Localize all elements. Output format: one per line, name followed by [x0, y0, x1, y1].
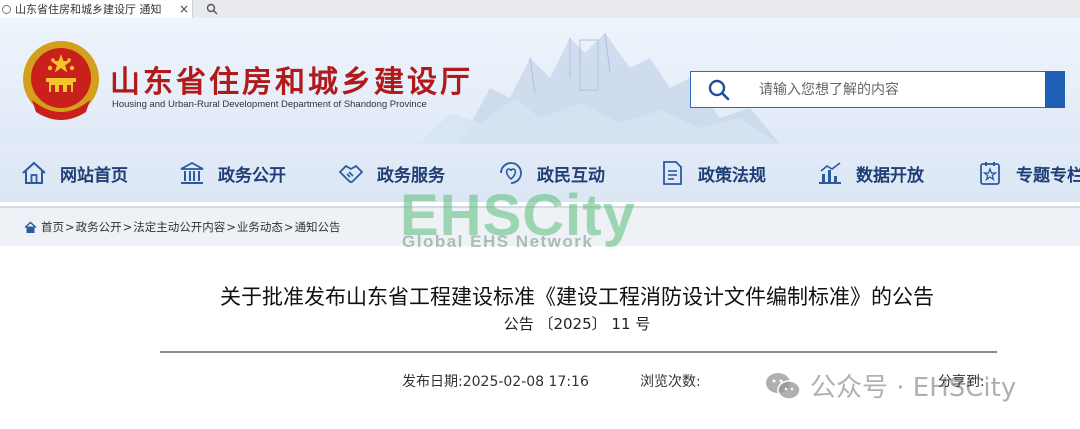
nav-item-open-data[interactable]: 数据开放	[816, 144, 924, 202]
browser-tab[interactable]: 山东省住房和城乡建设厅 通知 ×	[0, 0, 193, 18]
breadcrumb-separator: >	[122, 220, 133, 234]
nav-label: 政务公开	[218, 165, 286, 186]
document-icon	[663, 161, 682, 185]
publish-date: 发布日期:2025-02-08 17:16	[402, 374, 589, 390]
search-icon[interactable]	[707, 78, 731, 102]
site-header: 山东省住房和城乡建设厅 Housing and Urban-Rural Deve…	[0, 18, 1080, 144]
loading-icon	[2, 4, 11, 14]
share-label: 分享到:	[938, 374, 985, 390]
handshake-icon	[338, 164, 364, 183]
national-emblem-logo	[23, 41, 99, 120]
nav-label: 网站首页	[60, 165, 128, 186]
divider	[160, 351, 997, 353]
nav-label: 数据开放	[856, 165, 924, 186]
breadcrumb-statutory-disclosure[interactable]: 法定主动公开内容	[133, 219, 225, 235]
home-icon	[24, 221, 37, 233]
site-subtitle: Housing and Urban-Rural Development Depa…	[112, 99, 427, 110]
breadcrumb-separator: >	[283, 220, 294, 234]
nav-item-policies[interactable]: 政策法规	[658, 144, 766, 202]
nav-label: 专题专栏	[1016, 165, 1080, 186]
wechat-icon	[766, 372, 801, 400]
breadcrumb-gov-affairs[interactable]: 政务公开	[76, 219, 122, 235]
breadcrumb-separator: >	[65, 220, 75, 234]
government-building-icon	[180, 161, 204, 184]
breadcrumb-separator: >	[226, 220, 236, 234]
bar-chart-icon	[819, 162, 841, 184]
nav-item-home[interactable]: 网站首页	[20, 144, 128, 202]
search-icon	[206, 3, 218, 15]
home-icon	[22, 161, 46, 184]
tab-close-button[interactable]: ×	[176, 2, 192, 16]
view-count: 浏览次数:	[640, 374, 701, 390]
search-input[interactable]	[757, 80, 1021, 99]
article-title: 关于批准发布山东省工程建设标准《建设工程消防设计文件编制标准》的公告	[220, 285, 934, 309]
search-button[interactable]	[1045, 71, 1065, 108]
search-box	[690, 71, 1065, 108]
nav-label: 政策法规	[698, 165, 766, 186]
tab-title: 山东省住房和城乡建设厅 通知	[15, 3, 162, 16]
nav-item-gov-affairs[interactable]: 政务公开	[178, 144, 286, 202]
document-number: 公告 〔2025〕 11 号	[503, 315, 651, 333]
browser-tab-strip: 山东省住房和城乡建设厅 通知 ×	[0, 0, 1080, 18]
watermark-tagline: Global EHS Network	[402, 232, 594, 251]
tab-search-button[interactable]	[200, 0, 224, 18]
nav-item-topics[interactable]: 专题专栏	[976, 144, 1080, 202]
topic-icon	[980, 162, 1000, 185]
site-title: 山东省住房和城乡建设厅	[110, 65, 473, 100]
breadcrumb-home[interactable]: 首页	[41, 219, 64, 235]
breadcrumb-business-news[interactable]: 业务动态	[237, 219, 283, 235]
breadcrumb-notices[interactable]: 通知公告	[295, 219, 341, 235]
wechat-watermark-text: 公众号 · EHSCity	[810, 373, 1017, 403]
